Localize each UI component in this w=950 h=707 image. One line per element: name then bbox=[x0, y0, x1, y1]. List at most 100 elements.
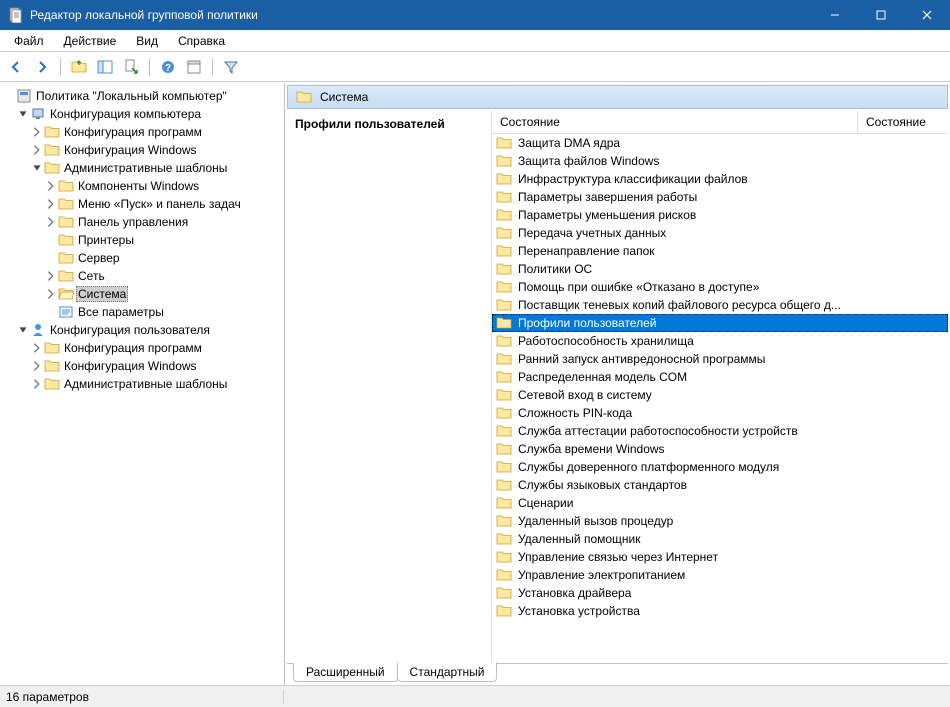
status-text: 16 параметров bbox=[6, 690, 284, 704]
folder-icon bbox=[496, 369, 512, 385]
list-item[interactable]: Службы языковых стандартов bbox=[492, 476, 948, 494]
folder-icon bbox=[496, 171, 512, 187]
close-button[interactable] bbox=[904, 0, 950, 30]
list-item-label: Передача учетных данных bbox=[518, 226, 666, 240]
list-item[interactable]: Поставщик теневых копий файлового ресурс… bbox=[492, 296, 948, 314]
list-item[interactable]: Удаленный помощник bbox=[492, 530, 948, 548]
list-item[interactable]: Инфраструктура классификации файлов bbox=[492, 170, 948, 188]
filter-button[interactable] bbox=[219, 55, 243, 79]
navigation-tree[interactable]: Политика "Локальный компьютер" Конфигура… bbox=[0, 83, 285, 685]
list-item[interactable]: Установка устройства bbox=[492, 602, 948, 620]
chevron-right-icon[interactable] bbox=[44, 215, 58, 229]
tree-computer-config[interactable]: Конфигурация компьютера bbox=[2, 105, 282, 123]
tree-user-windows[interactable]: Конфигурация Windows bbox=[2, 357, 282, 375]
folder-icon bbox=[58, 214, 74, 230]
list-item[interactable]: Служба времени Windows bbox=[492, 440, 948, 458]
tree-user-admin[interactable]: Административные шаблоны bbox=[2, 375, 282, 393]
menu-help[interactable]: Справка bbox=[168, 32, 235, 50]
list-item[interactable]: Управление связью через Интернет bbox=[492, 548, 948, 566]
folder-icon bbox=[496, 297, 512, 313]
list-item[interactable]: Перенаправление папок bbox=[492, 242, 948, 260]
chevron-right-icon[interactable] bbox=[30, 143, 44, 157]
chevron-right-icon[interactable] bbox=[30, 125, 44, 139]
list-item[interactable]: Установка драйвера bbox=[492, 584, 948, 602]
tree-all-settings[interactable]: Все параметры bbox=[2, 303, 282, 321]
tab-standard[interactable]: Стандартный bbox=[397, 662, 498, 682]
tree-admin-templates[interactable]: Административные шаблоны bbox=[2, 159, 282, 177]
list-item-label: Служба времени Windows bbox=[518, 442, 665, 456]
minimize-button[interactable] bbox=[812, 0, 858, 30]
export-list-button[interactable] bbox=[119, 55, 143, 79]
folder-icon bbox=[496, 333, 512, 349]
list-item[interactable]: Защита файлов Windows bbox=[492, 152, 948, 170]
list-item[interactable]: Профили пользователей bbox=[492, 314, 948, 332]
column-status[interactable]: Состояние bbox=[492, 111, 858, 133]
maximize-button[interactable] bbox=[858, 0, 904, 30]
tree-server[interactable]: Сервер bbox=[2, 249, 282, 267]
chevron-right-icon[interactable] bbox=[44, 269, 58, 283]
list-item[interactable]: Работоспособность хранилища bbox=[492, 332, 948, 350]
tree-user-config[interactable]: Конфигурация пользователя bbox=[2, 321, 282, 339]
list-item[interactable]: Распределенная модель COM bbox=[492, 368, 948, 386]
column-state[interactable]: Состояние bbox=[858, 111, 948, 133]
list-item[interactable]: Политики ОС bbox=[492, 260, 948, 278]
chevron-right-icon[interactable] bbox=[30, 341, 44, 355]
menu-action[interactable]: Действие bbox=[54, 32, 127, 50]
list-item[interactable]: Передача учетных данных bbox=[492, 224, 948, 242]
folder-icon bbox=[296, 89, 312, 105]
chevron-right-icon[interactable] bbox=[44, 197, 58, 211]
toolbar-separator bbox=[212, 58, 213, 76]
help-button[interactable]: ? bbox=[156, 55, 180, 79]
menu-view[interactable]: Вид bbox=[126, 32, 168, 50]
folder-icon bbox=[496, 513, 512, 529]
folder-icon bbox=[44, 160, 60, 176]
statusbar: 16 параметров bbox=[0, 685, 950, 707]
show-hide-tree-button[interactable] bbox=[93, 55, 117, 79]
breadcrumb-label: Система bbox=[320, 90, 368, 104]
tree-root[interactable]: Политика "Локальный компьютер" bbox=[2, 87, 282, 105]
tree-control-panel[interactable]: Панель управления bbox=[2, 213, 282, 231]
up-folder-button[interactable] bbox=[67, 55, 91, 79]
tree-win-components[interactable]: Компоненты Windows bbox=[2, 177, 282, 195]
list-item-label: Инфраструктура классификации файлов bbox=[518, 172, 748, 186]
tree-windows-settings[interactable]: Конфигурация Windows bbox=[2, 141, 282, 159]
chevron-right-icon[interactable] bbox=[30, 377, 44, 391]
items-list[interactable]: Защита DMA ядраЗащита файлов Windows Инфр… bbox=[492, 134, 948, 663]
tree-start-taskbar[interactable]: Меню «Пуск» и панель задач bbox=[2, 195, 282, 213]
list-item[interactable]: Сложность PIN-кода bbox=[492, 404, 948, 422]
folder-icon bbox=[496, 315, 512, 331]
folder-icon bbox=[44, 376, 60, 392]
list-item[interactable]: Ранний запуск антивредоносной программы bbox=[492, 350, 948, 368]
tab-extended[interactable]: Расширенный bbox=[293, 663, 398, 682]
tree-software-settings[interactable]: Конфигурация программ bbox=[2, 123, 282, 141]
folder-icon bbox=[496, 441, 512, 457]
list-item[interactable]: Управление электропитанием bbox=[492, 566, 948, 584]
menu-file[interactable]: Файл bbox=[4, 32, 54, 50]
properties-button[interactable] bbox=[182, 55, 206, 79]
list-item-label: Установка драйвера bbox=[518, 586, 631, 600]
list-item[interactable]: Служба аттестации работоспособности устр… bbox=[492, 422, 948, 440]
tree-system[interactable]: Система bbox=[2, 285, 282, 303]
list-item[interactable]: Сценарии bbox=[492, 494, 948, 512]
tree-printers[interactable]: Принтеры bbox=[2, 231, 282, 249]
chevron-down-icon[interactable] bbox=[16, 107, 30, 121]
list-item[interactable]: Параметры завершения работы bbox=[492, 188, 948, 206]
list-item[interactable]: Службы доверенного платформенного модуля bbox=[492, 458, 948, 476]
chevron-right-icon[interactable] bbox=[44, 287, 58, 301]
tree-user-software[interactable]: Конфигурация программ bbox=[2, 339, 282, 357]
tree-network[interactable]: Сеть bbox=[2, 267, 282, 285]
chevron-right-icon[interactable] bbox=[30, 359, 44, 373]
nav-forward-button[interactable] bbox=[30, 55, 54, 79]
chevron-down-icon[interactable] bbox=[30, 161, 44, 175]
list-item[interactable]: Параметры уменьшения рисков bbox=[492, 206, 948, 224]
chevron-right-icon[interactable] bbox=[44, 179, 58, 193]
list-item[interactable]: Удаленный вызов процедур bbox=[492, 512, 948, 530]
list-item-label: Профили пользователей bbox=[518, 316, 656, 330]
description-pane: Профили пользователей bbox=[287, 111, 492, 663]
list-item[interactable]: Помощь при ошибке «Отказано в доступе» bbox=[492, 278, 948, 296]
chevron-down-icon[interactable] bbox=[16, 323, 30, 337]
list-item[interactable]: Сетевой вход в систему bbox=[492, 386, 948, 404]
list-item[interactable]: Защита DMA ядра bbox=[492, 134, 948, 152]
folder-icon bbox=[44, 340, 60, 356]
nav-back-button[interactable] bbox=[4, 55, 28, 79]
